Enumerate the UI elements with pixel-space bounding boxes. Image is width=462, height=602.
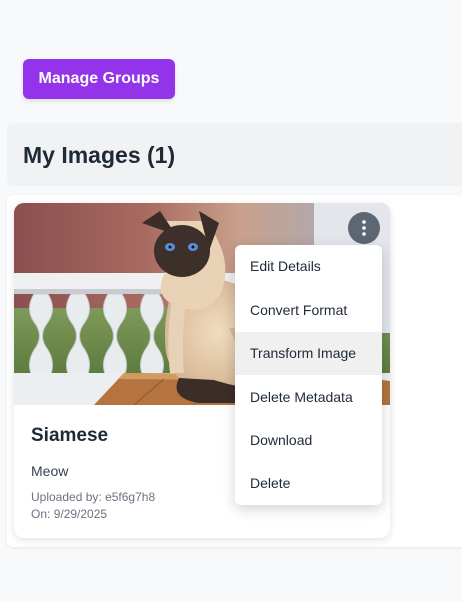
section-header: My Images (1) <box>7 123 462 186</box>
card-options-button[interactable] <box>348 212 380 244</box>
section-title: My Images (1) <box>23 142 176 168</box>
menu-item-transform-image[interactable]: Transform Image <box>235 332 382 375</box>
card-description: Meow <box>31 463 69 479</box>
uploaded-by-label: Uploaded by: <box>31 490 102 504</box>
uploaded-by: Uploaded by: e5f6g7h8 <box>31 490 155 504</box>
uploaded-by-value: e5f6g7h8 <box>105 490 156 504</box>
menu-item-convert-format[interactable]: Convert Format <box>235 289 382 332</box>
menu-item-edit-details[interactable]: Edit Details <box>235 245 382 288</box>
page: Manage Groups My Images (1) Siamese Meow… <box>0 0 462 602</box>
menu-item-delete[interactable]: Delete <box>235 462 382 505</box>
upload-date-value: 9/29/2025 <box>53 507 108 521</box>
card-options-menu: Edit Details Convert Format Transform Im… <box>235 245 382 505</box>
card-title: Siamese <box>31 425 109 446</box>
upload-date: On: 9/29/2025 <box>31 507 107 521</box>
menu-item-download[interactable]: Download <box>235 419 382 462</box>
vertical-ellipsis-icon <box>362 220 366 236</box>
menu-item-delete-metadata[interactable]: Delete Metadata <box>235 376 382 419</box>
manage-groups-button[interactable]: Manage Groups <box>23 59 175 99</box>
upload-date-label: On: <box>31 507 51 521</box>
